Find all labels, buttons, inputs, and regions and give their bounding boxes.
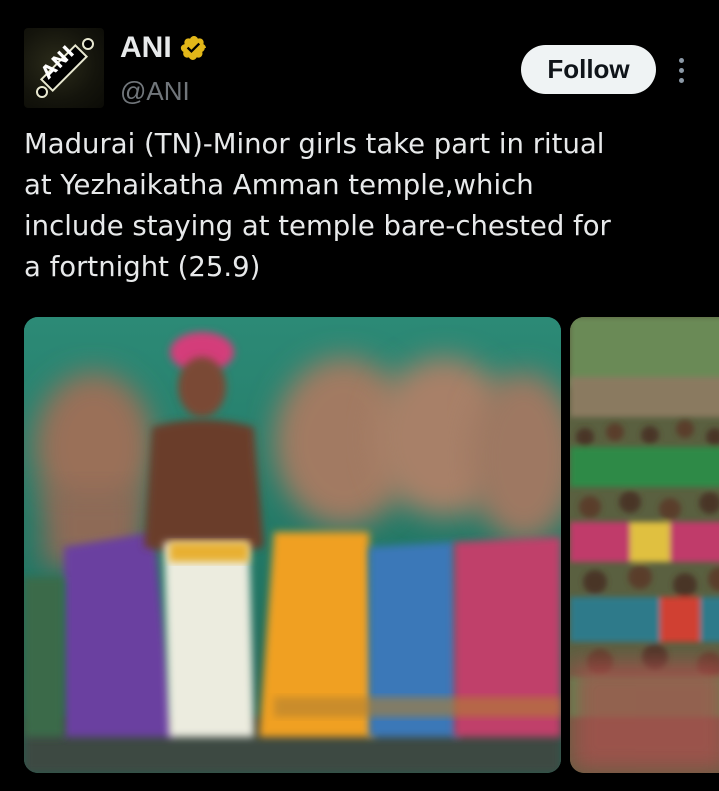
more-vertical-icon-dot — [678, 67, 684, 73]
media-image-1[interactable] — [24, 317, 561, 773]
tweet-text: Madurai (TN)-Minor girls take part in ri… — [24, 128, 611, 283]
media-image-2[interactable] — [570, 317, 719, 773]
more-vertical-icon-dot — [678, 77, 684, 83]
avatar[interactable]: ANI — [24, 28, 104, 108]
media-image-2-graphic — [570, 317, 719, 773]
media-image-1-graphic — [24, 317, 561, 773]
author-name-row: ANI — [120, 30, 208, 66]
author-handle[interactable]: @ANI — [120, 76, 190, 106]
more-options-button[interactable] — [668, 52, 694, 88]
more-vertical-icon — [678, 57, 684, 63]
verified-badge-icon — [180, 36, 206, 60]
display-name[interactable]: ANI — [120, 30, 172, 66]
tweet-card: ANI ANI @ANI Follow Madurai (TN)-Minor g… — [0, 0, 719, 791]
follow-button[interactable]: Follow — [521, 45, 656, 94]
